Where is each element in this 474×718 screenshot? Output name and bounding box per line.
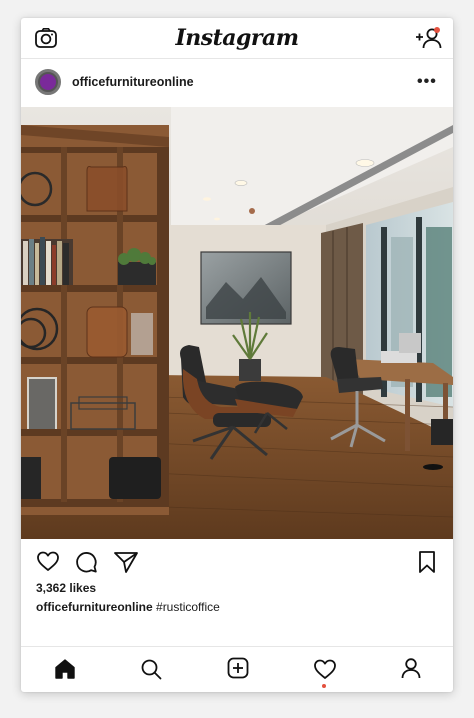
search-icon[interactable]	[140, 658, 162, 680]
heart-icon[interactable]	[36, 550, 60, 572]
home-icon[interactable]	[54, 658, 76, 680]
post-actions	[21, 548, 453, 578]
bookmark-icon[interactable]	[417, 550, 437, 574]
avatar-image	[40, 74, 56, 90]
post-header: officefurnitureonline •••	[21, 59, 453, 107]
caption-username[interactable]: officefurnitureonline	[36, 600, 153, 614]
bottom-nav	[21, 646, 453, 692]
comment-icon[interactable]	[74, 550, 98, 574]
post-photo[interactable]	[21, 107, 453, 539]
avatar[interactable]	[35, 69, 61, 95]
top-bar: Instagram	[21, 18, 453, 59]
post-username[interactable]: officefurnitureonline	[72, 75, 194, 89]
notification-dot	[434, 27, 440, 33]
app-logo: Instagram	[175, 25, 299, 51]
activity-notification-dot	[322, 684, 326, 688]
likes-count[interactable]: 3,362 likes	[36, 581, 96, 595]
share-icon[interactable]	[113, 550, 139, 574]
instagram-post-frame: Instagram officefurnitureonline ••• 3,36…	[21, 18, 453, 692]
post-caption: officefurnitureonline #rusticoffice	[36, 600, 220, 614]
profile-icon[interactable]	[400, 657, 422, 679]
office-photo	[21, 107, 453, 539]
caption-hashtag[interactable]: #rusticoffice	[156, 600, 220, 614]
more-horizontal-icon[interactable]: •••	[417, 72, 436, 92]
add-post-icon[interactable]	[227, 657, 249, 679]
activity-heart-icon[interactable]	[313, 658, 337, 680]
